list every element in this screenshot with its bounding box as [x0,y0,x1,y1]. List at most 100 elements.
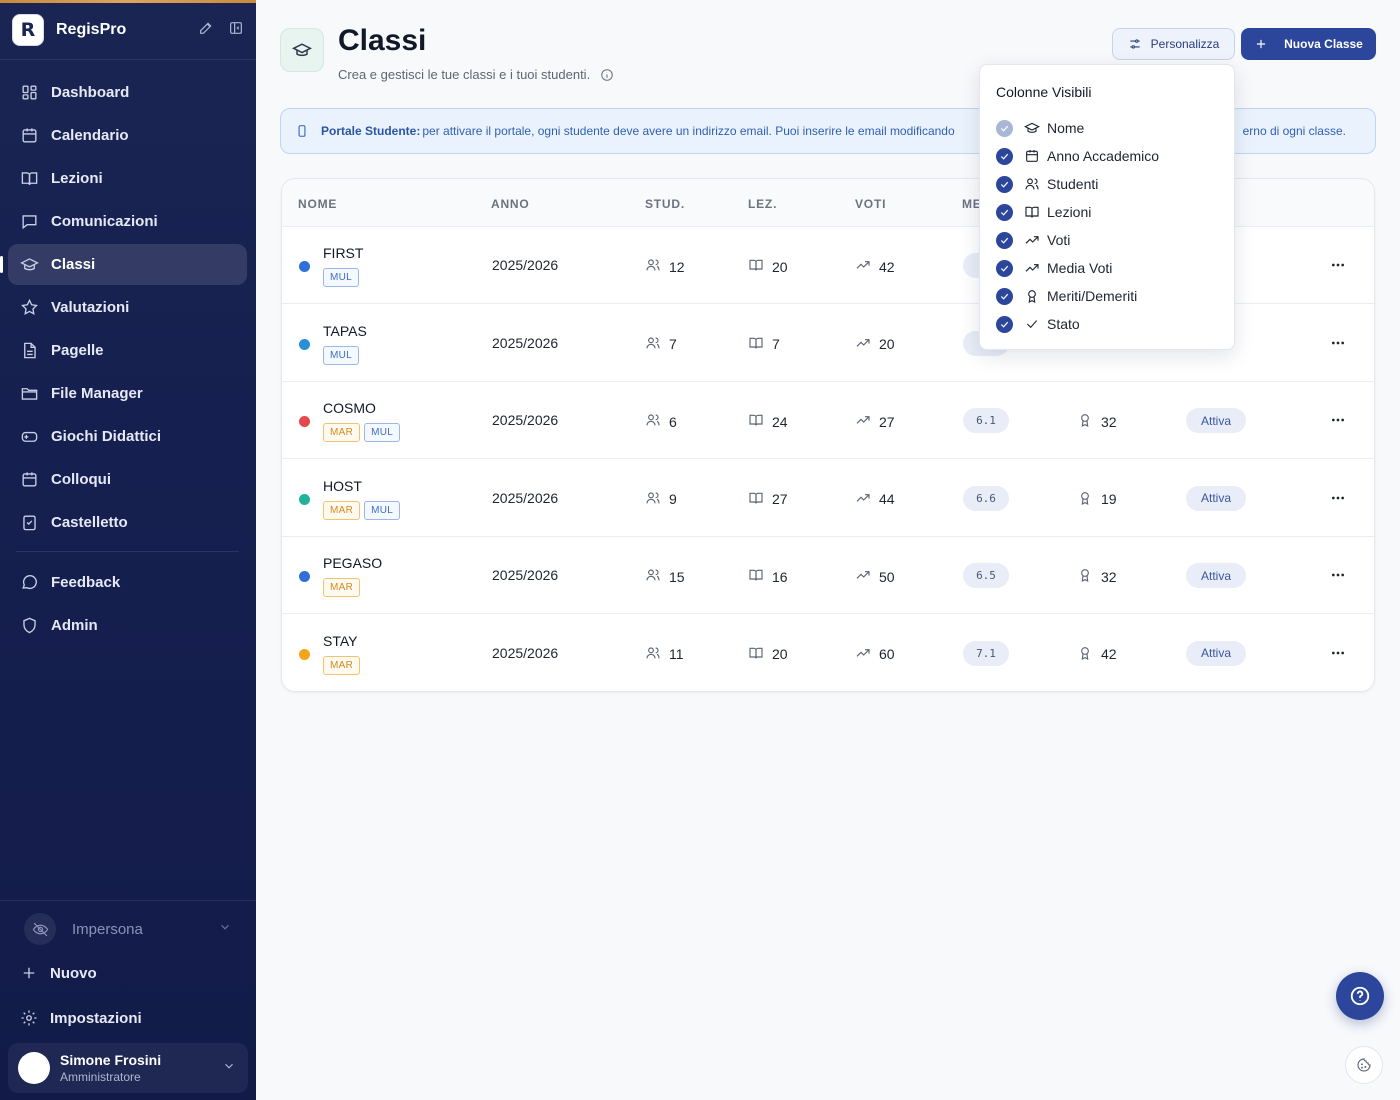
lesson-count-value: 16 [772,568,788,585]
grade-average-badge: 6.5 [963,563,1009,588]
sidebar-item-file-manager[interactable]: File Manager [8,373,247,414]
nuovo-button[interactable]: Nuovo [20,958,97,988]
sidebar-collapse-icon[interactable] [228,20,244,41]
row-actions-button[interactable] [1328,488,1348,508]
sidebar-item-valutazioni[interactable]: Valutazioni [8,287,247,328]
sidebar-item-comunicazioni[interactable]: Comunicazioni [8,201,247,242]
sidebar-item-label: Lezioni [51,170,103,187]
plus-icon [1257,39,1266,49]
class-name[interactable]: PEGASO [323,555,382,571]
book-icon [748,490,772,509]
column-toggle-stato[interactable]: Stato [996,314,1080,334]
row-actions-button[interactable] [1328,333,1348,353]
column-toggle-voti[interactable]: Voti [996,230,1070,250]
class-name[interactable]: HOST [323,478,362,494]
impostazioni-button[interactable]: Impostazioni [20,1003,142,1033]
user-menu[interactable]: Simone Frosini Amministratore [8,1043,248,1093]
sidebar-item-castelletto[interactable]: Castelletto [8,502,247,543]
customize-button[interactable]: Personalizza [1112,28,1235,60]
impersona-selector[interactable]: Impersona [14,908,242,950]
users-icon [645,257,669,276]
sidebar-item-admin[interactable]: Admin [8,605,247,646]
lesson-count: 20 [748,257,788,276]
class-name[interactable]: COSMO [323,400,376,416]
class-color-dot [299,648,310,660]
gear-icon [21,1010,37,1026]
page-icon [280,28,324,72]
class-tags: MAR [323,578,361,597]
student-count: 12 [645,257,685,276]
class-name[interactable]: STAY [323,633,358,649]
sidebar-item-giochi-didattici[interactable]: Giochi Didattici [8,416,247,457]
sidebar-item-classi[interactable]: Classi [0,244,247,285]
sliders-icon [1129,39,1140,49]
app-logo[interactable]: R [12,14,44,46]
grade-count: 42 [855,257,895,276]
new-class-label: Nuova Classe [1284,37,1363,51]
class-color-dot [299,338,310,350]
column-toggle-media-voti[interactable]: Media Voti [996,258,1112,278]
cookie-icon [1357,1058,1371,1072]
column-header-nome[interactable]: NOME [298,197,337,211]
chevron-down-icon [222,1059,236,1078]
class-name[interactable]: FIRST [323,245,363,261]
class-tags: MAR MUL [323,423,401,442]
gamepad-icon [21,431,38,442]
sidebar-item-dashboard[interactable]: Dashboard [8,72,247,113]
sidebar-item-label: Colloqui [51,471,111,488]
row-actions-button[interactable] [1328,643,1348,663]
book-icon [748,257,772,276]
app-logo-letter: R [20,19,36,41]
lesson-count-value: 27 [772,491,788,507]
grade-count: 20 [855,335,895,354]
class-name[interactable]: TAPAS [323,323,367,339]
sidebar-item-colloqui[interactable]: Colloqui [8,459,247,500]
message-icon [22,215,37,230]
column-toggle-anno-accademico[interactable]: Anno Accademico [996,146,1159,166]
status-badge: Attiva [1186,640,1246,666]
grade-average-badge: 7.1 [963,640,1009,666]
calendar-icon [22,472,37,487]
shield-icon [23,617,36,634]
more-horizontal-icon [1332,651,1344,654]
clipboard-check-icon [23,515,36,531]
table-row[interactable]: PEGASO MAR 2025/2026 15 16 50 6.5 32 Attiva [282,537,1374,614]
student-count-value: 6 [669,413,677,430]
column-header-voti[interactable]: VOTI [855,197,886,211]
sidebar-item-calendario[interactable]: Calendario [8,115,247,156]
sidebar-item-feedback[interactable]: Feedback [8,562,247,603]
graduation-cap-icon [292,43,312,57]
users-icon [645,335,669,354]
message-circle-icon [22,575,37,589]
cookie-settings-button[interactable] [1345,1046,1383,1084]
column-toggle-meriti-demeriti[interactable]: Meriti/Demeriti [996,286,1137,306]
student-count-value: 7 [669,336,677,352]
row-actions-button[interactable] [1328,410,1348,430]
edit-icon[interactable] [198,20,214,41]
column-header-lezioni[interactable]: LEZ. [748,197,777,211]
sidebar-item-pagelle[interactable]: Pagelle [8,330,247,371]
checkbox-checked-icon [996,287,1013,305]
sidebar-item-lezioni[interactable]: Lezioni [8,158,247,199]
dropdown-title: Colonne Visibili [996,84,1092,100]
book-icon [748,335,772,354]
column-toggle-lezioni[interactable]: Lezioni [996,202,1091,222]
table-row[interactable]: HOST MAR MUL 2025/2026 9 27 44 6.6 19 Attiva [282,460,1374,537]
table-row[interactable]: COSMO MAR MUL 2025/2026 6 24 27 6.1 32 Attiva [282,382,1374,459]
award-icon [1077,412,1101,431]
more-horizontal-icon [1332,341,1344,344]
column-header-studenti[interactable]: STUD. [645,197,685,211]
column-header-anno[interactable]: ANNO [491,197,530,211]
book-icon [21,172,38,185]
user-role: Amministratore [60,1070,141,1084]
row-actions-button[interactable] [1328,255,1348,275]
help-button[interactable] [1336,972,1384,1020]
column-toggle-studenti[interactable]: Studenti [996,174,1098,194]
row-actions-button[interactable] [1328,565,1348,585]
new-class-button[interactable]: Nuova Classe [1241,28,1376,60]
table-row[interactable]: STAY MAR 2025/2026 11 20 60 7.1 42 Attiva [282,615,1374,692]
class-year: 2025/2026 [492,644,559,661]
column-toggle-label: Stato [1047,316,1080,332]
award-icon [1077,645,1101,664]
column-toggle-label: Anno Accademico [1047,148,1160,164]
